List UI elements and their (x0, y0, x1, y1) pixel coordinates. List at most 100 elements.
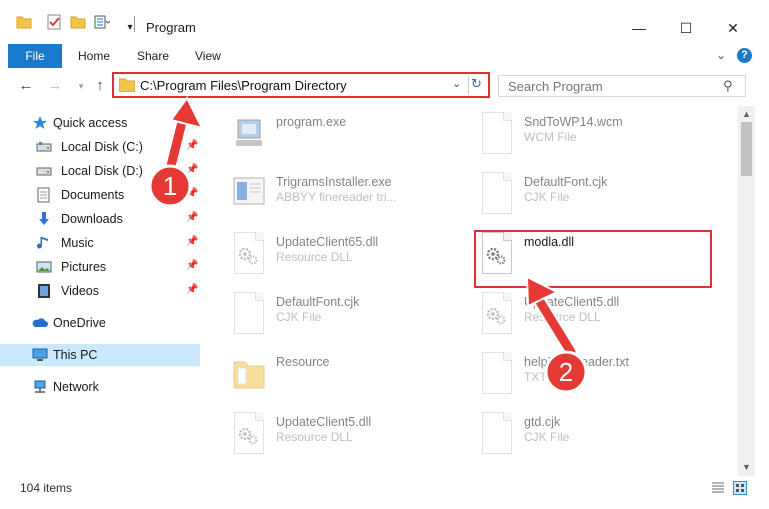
sidebar-item-local-disk-d[interactable]: Local Disk (D:) 📌 (0, 160, 200, 182)
file-type: CJK File (524, 430, 570, 444)
sidebar-item-label: Local Disk (D:) (61, 164, 143, 178)
tab-share[interactable]: Share (137, 44, 169, 68)
folder-icon (233, 361, 265, 389)
file-item-program-exe[interactable]: program.exe (206, 106, 436, 162)
recent-locations-icon[interactable]: ▾ (73, 78, 89, 94)
sidebar-item-documents[interactable]: Documents 📌 (0, 184, 200, 206)
forward-arrow-icon[interactable]: → (47, 78, 63, 94)
star-icon (33, 116, 47, 129)
sidebar-item-local-disk-c[interactable]: Local Disk (C:) 📌 (0, 136, 200, 158)
file-name: DefaultFont.cjk (524, 175, 608, 189)
file-icon (480, 412, 514, 454)
sidebar-item-videos[interactable]: Videos 📌 (0, 280, 200, 302)
file-item-defaultfont-cjk-2[interactable]: DefaultFont.cjk CJK File (206, 286, 436, 342)
vertical-scrollbar[interactable]: ▲ ▼ (738, 106, 755, 476)
pin-icon: 📌 (186, 260, 199, 271)
customize-toolbar-icon[interactable]: ▾ (122, 20, 138, 36)
dll-icon (232, 232, 266, 274)
sidebar-item-network[interactable]: Network (0, 376, 200, 398)
tab-view[interactable]: View (195, 44, 221, 68)
file-name: DefaultFont.cjk (276, 295, 360, 309)
scroll-up-icon[interactable]: ▲ (742, 109, 751, 119)
address-bar[interactable]: C:\Program Files\Program Directory ⌄ ↻ (112, 72, 490, 98)
file-type: Resource DLL (276, 430, 353, 444)
up-arrow-icon[interactable]: ↑ (92, 78, 108, 94)
new-folder-icon[interactable] (70, 14, 86, 30)
properties-icon[interactable] (46, 14, 62, 30)
sidebar-item-music[interactable]: Music 📌 (0, 232, 200, 254)
minimize-icon[interactable]: — (631, 20, 647, 36)
file-name: UpdateClient5.dll (524, 295, 620, 309)
network-icon (34, 380, 46, 393)
sidebar-item-label: Documents (61, 188, 125, 202)
search-icon[interactable]: ⚲ (723, 78, 733, 94)
file-item-updateclient5-dll-2[interactable]: UpdateClient5.dll Resource DLL (206, 406, 436, 462)
file-item-trigrams-installer[interactable]: TrigramsInstaller.exe ABBYY finereader t… (206, 166, 436, 222)
file-icon (480, 112, 514, 154)
sidebar-item-quick-access[interactable]: Quick access (0, 112, 200, 134)
large-icons-view-icon[interactable] (733, 481, 747, 495)
refresh-icon[interactable]: ↻ (471, 76, 482, 92)
sidebar-item-onedrive[interactable]: OneDrive (0, 312, 200, 334)
expand-ribbon-icon[interactable]: ⌄ (716, 48, 726, 62)
close-icon[interactable]: ✕ (725, 20, 741, 36)
file-icon (232, 292, 266, 334)
dll-icon (480, 292, 514, 334)
file-type: TXT File (524, 370, 570, 384)
details-view-icon[interactable] (711, 481, 725, 495)
sidebar-item-label: Videos (61, 284, 99, 298)
title-separator (134, 16, 135, 32)
file-item-helpfinereader-txt[interactable]: helpFineReader.txt TXT File (454, 346, 684, 402)
status-bar: 104 items (0, 477, 769, 499)
search-input[interactable] (508, 78, 708, 94)
title-bar: ▾ Program — ☐ ✕ (0, 0, 769, 40)
pin-icon: 📌 (186, 140, 199, 151)
dll-icon (232, 412, 266, 454)
videos-icon (38, 284, 50, 298)
file-type: CJK File (524, 190, 570, 204)
sidebar-item-downloads[interactable]: Downloads 📌 (0, 208, 200, 230)
pin-icon: 📌 (186, 284, 199, 295)
sidebar-item-label: Network (53, 380, 99, 394)
pin-icon: 📌 (186, 236, 199, 247)
installer-icon (233, 177, 265, 205)
chevron-down-icon[interactable]: ⌄ (452, 77, 461, 90)
file-type: CJK File (276, 310, 322, 324)
address-divider (468, 76, 469, 94)
file-item-gtd-cjk[interactable]: gtd.cjk CJK File (454, 406, 684, 462)
scroll-down-icon[interactable]: ▼ (742, 462, 751, 472)
file-name: gtd.cjk (524, 415, 561, 429)
file-name: program.exe (276, 115, 347, 129)
file-item-updateclient5-dll[interactable]: UpdateClient5.dll Resource DLL (454, 286, 684, 342)
tab-home[interactable]: Home (78, 44, 110, 68)
sidebar-item-this-pc[interactable]: This PC (0, 344, 200, 366)
file-item-defaultfont-cjk[interactable]: DefaultFont.cjk CJK File (454, 166, 684, 222)
file-name: SndToWP14.wcm (524, 115, 623, 129)
sidebar-item-label: Downloads (61, 212, 123, 226)
file-type: Resource DLL (524, 310, 601, 324)
tab-file[interactable]: File (8, 44, 62, 68)
back-arrow-icon[interactable]: ← (18, 78, 34, 94)
drive-icon (36, 167, 52, 176)
sidebar-item-pictures[interactable]: Pictures 📌 (0, 256, 200, 278)
file-highlight-box (474, 230, 712, 288)
search-box[interactable]: ⚲ (498, 75, 746, 97)
onedrive-icon (32, 318, 48, 327)
file-type: WCM File (524, 130, 577, 144)
download-icon (39, 212, 49, 225)
file-item-resource-folder[interactable]: Resource (206, 346, 436, 402)
file-type: Resource DLL (276, 250, 353, 264)
music-icon (37, 237, 48, 249)
view-options-icon[interactable] (94, 14, 110, 30)
sidebar-item-label: Pictures (61, 260, 107, 274)
file-item-sndtowp14[interactable]: SndToWP14.wcm WCM File (454, 106, 684, 162)
sidebar-item-label: Local Disk (C:) (61, 140, 143, 154)
address-path[interactable]: C:\Program Files\Program Directory (140, 78, 347, 93)
file-item-updateclient65-dll[interactable]: UpdateClient65.dll Resource DLL (206, 226, 436, 282)
scroll-thumb[interactable] (741, 122, 752, 176)
drive-icon (36, 142, 52, 152)
help-icon[interactable]: ? (737, 48, 752, 63)
folder-icon[interactable] (16, 14, 32, 30)
maximize-icon[interactable]: ☐ (678, 20, 694, 36)
sidebar-item-label: Quick access (53, 116, 128, 130)
